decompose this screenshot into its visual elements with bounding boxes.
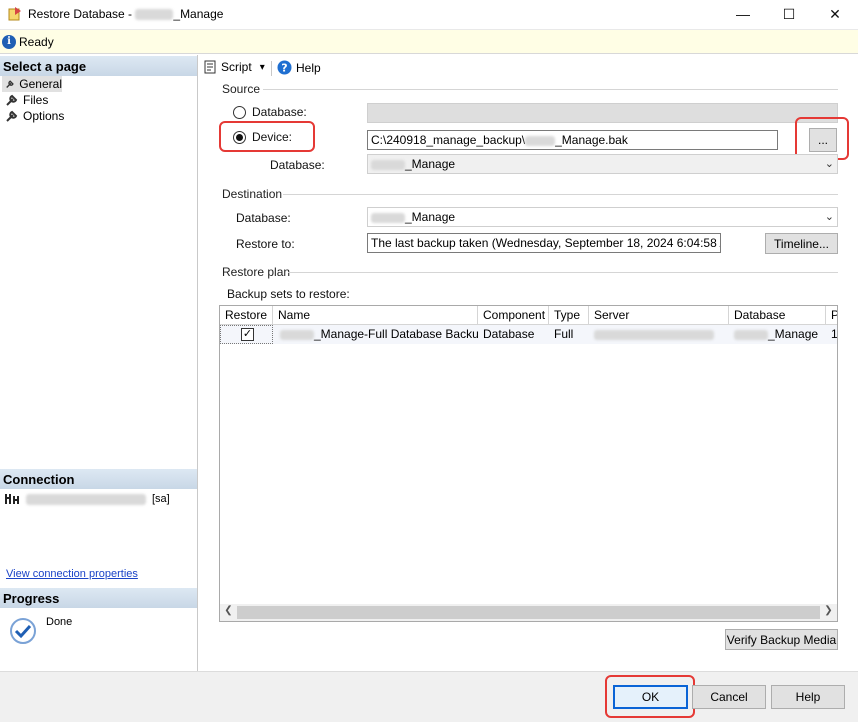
page-general-label: General <box>19 77 62 91</box>
scroll-left-icon[interactable]: ❮ <box>220 605 237 616</box>
table-row-type: Full <box>549 325 589 344</box>
restore-to-label: Restore to: <box>236 237 295 251</box>
minimize-button[interactable]: — <box>720 0 766 28</box>
backup-sets-label: Backup sets to restore: <box>227 287 350 301</box>
dialog-button-bar: OK Cancel Help <box>0 671 858 722</box>
title-bar: Restore Database - _Manage — ☐ ✕ <box>0 0 858 28</box>
column-header-server[interactable]: Server <box>589 306 729 325</box>
scroll-right-icon[interactable]: ❯ <box>820 605 837 616</box>
info-icon: i <box>2 35 16 49</box>
restore-plan-divider <box>288 272 838 273</box>
window-title: Restore Database - _Manage <box>28 7 224 21</box>
destination-divider <box>283 194 838 195</box>
script-button[interactable]: Script ▾ <box>203 60 265 74</box>
page-options-label: Options <box>23 109 65 123</box>
maximize-button[interactable]: ☐ <box>766 0 812 28</box>
table-row-component: Database <box>478 325 549 344</box>
destination-database-label: Database: <box>236 211 291 225</box>
restore-to-field: The last backup taken (Wednesday, Septem… <box>367 233 721 253</box>
main-pane: Script ▾ ? Help Source Database: Device:… <box>199 55 858 671</box>
device-highlight <box>219 121 315 152</box>
backup-sets-grid: Restore Name Component Type Server Datab… <box>219 305 838 622</box>
database-radio[interactable] <box>233 106 246 119</box>
destination-database-select[interactable]: _Manage ⌄ <box>367 207 838 227</box>
svg-text:?: ? <box>281 62 287 75</box>
column-header-database[interactable]: Database <box>729 306 826 325</box>
source-database-combo <box>367 103 838 123</box>
destination-group-label: Destination <box>222 187 283 201</box>
progress-header: Progress <box>0 588 197 608</box>
help-icon: ? <box>277 60 292 75</box>
status-bar: i Ready <box>0 29 858 54</box>
select-page-header: Select a page <box>0 56 197 76</box>
page-options[interactable]: Options <box>6 108 64 124</box>
restore-database-icon <box>8 7 21 21</box>
device-path-field[interactable]: C:\240918_manage_backup\ _Manage.bak <box>367 130 778 150</box>
table-row-server <box>589 325 729 344</box>
page-files[interactable]: Files <box>6 92 48 108</box>
column-header-position[interactable]: Po <box>826 306 837 325</box>
script-dropdown-icon[interactable]: ▾ <box>260 62 265 73</box>
column-header-component[interactable]: Component <box>478 306 549 325</box>
connection-header: Connection <box>0 469 197 489</box>
wrench-icon <box>6 80 14 88</box>
connection-icon <box>5 494 19 504</box>
page-files-label: Files <box>23 93 49 107</box>
scrollbar-thumb[interactable] <box>237 606 820 619</box>
help-dialog-button[interactable]: Help <box>771 685 845 709</box>
column-header-restore[interactable]: Restore <box>220 306 273 325</box>
close-button[interactable]: ✕ <box>812 0 858 28</box>
source-database-label: Database: <box>270 158 325 172</box>
cancel-button[interactable]: Cancel <box>692 685 766 709</box>
source-group-label: Source <box>222 82 261 96</box>
source-divider <box>263 89 838 90</box>
script-icon <box>204 60 216 74</box>
chevron-down-icon: ⌄ <box>824 158 834 170</box>
verify-backup-media-button[interactable]: Verify Backup Media <box>725 629 838 650</box>
timeline-button[interactable]: Timeline... <box>765 233 838 254</box>
connection-row: [sa] <box>4 492 170 506</box>
column-header-name[interactable]: Name <box>273 306 478 325</box>
left-pane: Select a page General Files Options Conn… <box>0 55 198 671</box>
connection-user: [sa] <box>152 493 170 505</box>
table-row-name: _Manage-Full Database Backup <box>273 325 478 344</box>
view-connection-properties-link[interactable]: View connection properties <box>6 568 138 580</box>
restore-plan-group-label: Restore plan <box>222 265 291 279</box>
chevron-down-icon: ⌄ <box>824 211 834 223</box>
checkmark-done-icon <box>10 618 36 644</box>
toolbar: Script ▾ ? Help <box>199 55 858 81</box>
page-general[interactable]: General <box>2 76 62 92</box>
status-text: Ready <box>19 35 54 49</box>
horizontal-scrollbar[interactable]: ❮ ❯ <box>220 604 837 621</box>
progress-status: Done <box>46 616 73 628</box>
help-button[interactable]: ? Help <box>277 60 321 75</box>
table-row-position: 1 <box>826 325 837 344</box>
toolbar-separator <box>271 61 272 76</box>
restore-checkbox[interactable]: ✓ <box>241 328 254 341</box>
ok-highlight <box>605 675 695 718</box>
table-row-restore-cell[interactable]: ✓ <box>220 325 273 344</box>
table-row-database: _Manage <box>729 325 826 344</box>
wrench-icon <box>6 94 18 106</box>
column-header-type[interactable]: Type <box>549 306 589 325</box>
database-radio-label: Database: <box>252 105 307 119</box>
wrench-icon <box>6 110 18 122</box>
source-database-select[interactable]: _Manage ⌄ <box>367 154 838 174</box>
